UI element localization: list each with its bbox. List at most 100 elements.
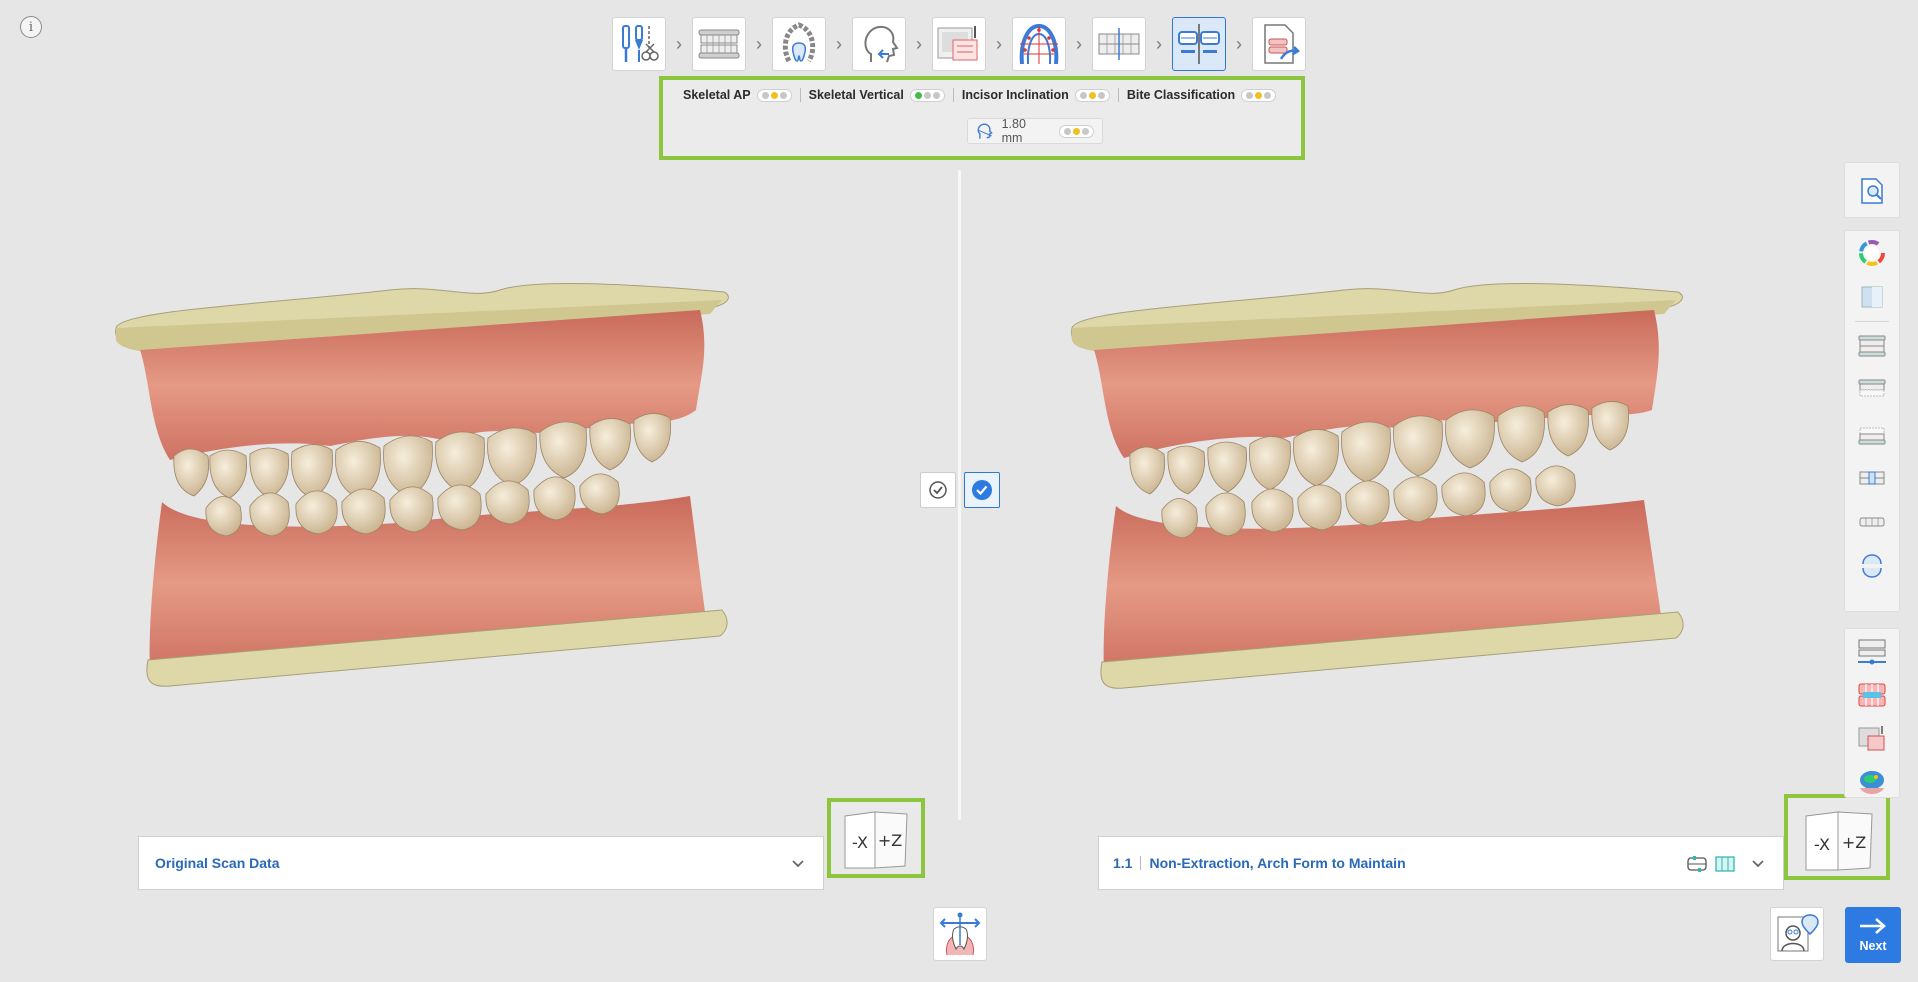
view-upper-jaw-button[interactable] [1845,368,1899,412]
step-arrow: › [836,33,842,54]
step-image-overlay[interactable] [932,17,986,71]
tooth-movement-button[interactable] [933,907,987,961]
view-occlusal-button[interactable] [1845,500,1899,544]
view-lower-jaw-button[interactable] [1845,412,1899,456]
step-export-report[interactable] [1252,17,1306,71]
info-button[interactable]: i [20,16,42,38]
step-arch-form[interactable] [1012,17,1066,71]
cube-face-label: -X [1814,835,1830,854]
arch-form-icon [1019,23,1059,65]
next-label: Next [1859,939,1887,953]
toolbar-report-group [1844,162,1900,218]
step-arrow: › [676,33,682,54]
status-dots [1059,124,1094,138]
image-overlay-icon [1858,726,1885,751]
step-arrow: › [1156,33,1162,54]
step-arrow: › [996,33,1002,54]
chevron-down-icon [792,860,804,868]
ceph-bite-classification[interactable]: Bite Classification [1119,88,1284,102]
dental-arches-icon [698,29,740,59]
treatment-plan-dropdown[interactable]: 1.1 Non-Extraction, Arch Form to Maintai… [1098,836,1784,890]
step-treatment-compare[interactable] [1172,17,1226,71]
status-dots [909,88,945,102]
color-button[interactable] [1845,231,1899,275]
select-treatment-button[interactable] [964,472,1000,508]
ceph-label: Skeletal Vertical [808,88,904,102]
view-both-jaws-button[interactable] [1845,324,1899,368]
measure-value: 1.80 mm [1001,117,1026,145]
original-scan-viewport[interactable] [110,270,750,690]
check-circle-icon [929,481,947,499]
occlusion-button[interactable] [1845,629,1899,673]
step-teeth-alignment[interactable] [1092,17,1146,71]
status-dots [756,88,792,102]
tools-cut-icon [622,25,659,62]
ceph-skeletal-vertical[interactable]: Skeletal Vertical [801,88,953,102]
step-head-profile[interactable] [852,17,906,71]
step-arrow: › [1236,33,1242,54]
doctor-review-icon [1777,914,1819,952]
collision-icon [1858,683,1886,707]
aligner-icon [1715,856,1735,872]
next-button[interactable]: Next [1845,907,1901,963]
view-cube-right[interactable]: -X +Z [1784,794,1890,880]
status-dots [1074,88,1110,102]
toolbar-analysis-group [1844,628,1900,798]
status-dots [1241,88,1277,102]
front-view-icon [1859,471,1885,485]
step-arrow: › [916,33,922,54]
cephalometric-summary: Skeletal AP Skeletal Vertical Incisor In… [659,76,1305,160]
head-profile-icon [864,26,899,63]
ceph-label: Incisor Inclination [961,88,1069,102]
original-scan-dropdown[interactable]: Original Scan Data [138,836,824,890]
overjet-measurement[interactable]: 1.80 mm [967,117,1103,145]
material-button[interactable] [1845,275,1899,319]
ceph-skeletal-ap[interactable]: Skeletal AP [675,88,800,102]
jaws-icon [1858,335,1886,357]
case-review-button[interactable] [1770,907,1824,961]
view-front-button[interactable] [1845,456,1899,500]
ceph-incisor-inclination[interactable]: Incisor Inclination [954,88,1118,102]
step-dental-arches[interactable] [692,17,746,71]
step-arrow: › [756,33,762,54]
view-cube-left[interactable]: -X +Z [827,798,925,878]
workflow-steps: › › › › › › › › [612,16,1306,72]
heatmap-button[interactable] [1845,761,1899,805]
select-original-button[interactable] [920,472,956,508]
treatment-compare-icon [1178,24,1220,64]
dental-model-3d [1071,282,1684,689]
dropdown-label: Original Scan Data [155,855,280,871]
report-preview-button[interactable] [1845,163,1899,217]
color-wheel-icon [1859,240,1885,266]
tooth-move-icon [939,912,981,956]
cube-face-label: +Z [878,831,902,850]
document-search-icon [1861,178,1883,204]
export-report-icon [1264,24,1301,64]
heatmap-icon [1860,771,1884,794]
orientation-cube-icon: -X +Z [844,811,908,869]
occlusal-view-icon [1859,517,1885,527]
arrow-right-icon [1860,918,1886,934]
info-icon: i [28,19,34,35]
dropdown-label: Non-Extraction, Arch Form to Maintain [1149,855,1406,871]
ceph-label: Bite Classification [1126,88,1236,102]
dental-model-3d [115,282,729,687]
image-overlay-button[interactable] [1845,717,1899,761]
lower-jaw-icon [1858,427,1886,445]
split-divider[interactable] [958,170,961,820]
toolbar-view-group [1844,230,1900,612]
step-tools-cut[interactable] [612,17,666,71]
treatment-plan-viewport[interactable] [1064,270,1704,690]
chevron-down-icon [1752,860,1764,868]
upper-jaw-icon [1858,379,1886,397]
collision-button[interactable] [1845,673,1899,717]
ceph-label: Skeletal AP [683,88,751,102]
attachment-icon [1687,856,1707,872]
view-arch-button[interactable] [1845,544,1899,588]
occlusion-plane-icon [1858,639,1886,665]
teeth-alignment-icon [1098,28,1140,60]
check-circle-filled-icon [972,480,992,500]
tooth-segmentation-icon [782,22,816,63]
step-tooth-segmentation[interactable] [772,17,826,71]
cube-face-label: +Z [1842,833,1866,852]
